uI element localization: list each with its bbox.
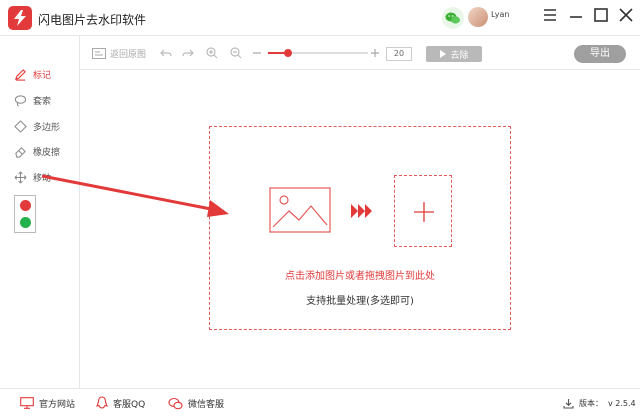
lightning-icon: [14, 10, 26, 26]
username[interactable]: Lyan: [491, 10, 509, 19]
close-icon[interactable]: [617, 6, 635, 24]
app-logo: [8, 6, 32, 30]
tool-move-label: 移动: [33, 173, 52, 184]
user-avatar[interactable]: [468, 7, 488, 27]
tool-move[interactable]: 移动: [14, 169, 51, 185]
tool-mark[interactable]: 标记: [14, 66, 51, 82]
restore-original-label: 返回原图: [110, 49, 147, 60]
canvas-area: 点击添加图片或者拖拽图片到此处 支持批量处理(多选即可): [80, 70, 640, 388]
zoom-slider[interactable]: [268, 49, 368, 57]
wechat-icon: [168, 397, 183, 409]
app-title: 闪电图片去水印软件: [38, 13, 147, 27]
zoom-out-icon[interactable]: [230, 45, 242, 61]
support-qq-label: 客服QQ: [113, 399, 146, 410]
remove-watermark-label: 去除: [450, 50, 469, 61]
image-restore-icon: [92, 47, 106, 59]
undo-icon[interactable]: [160, 45, 172, 61]
wechat-support-link[interactable]: 微信客服: [168, 396, 224, 410]
play-icon: [440, 50, 447, 58]
dropzone-title: 点击添加图片或者拖拽图片到此处: [285, 271, 435, 282]
tool-polygon-label: 多边形: [33, 122, 61, 133]
tool-eraser[interactable]: 橡皮擦: [14, 143, 60, 159]
polygon-icon: [14, 119, 27, 133]
color-picker: [14, 195, 36, 233]
download-icon[interactable]: [563, 398, 574, 409]
pen-icon: [14, 68, 26, 81]
qq-icon: [96, 396, 108, 409]
maximize-icon[interactable]: [592, 6, 610, 24]
support-qq-link[interactable]: 客服QQ: [96, 396, 145, 410]
restore-original-button[interactable]: 返回原图: [92, 45, 146, 61]
wechat-support-label: 微信客服: [188, 399, 225, 410]
tool-eraser-label: 橡皮擦: [33, 147, 61, 158]
zoom-in-icon[interactable]: [206, 45, 218, 61]
tool-mark-label: 标记: [33, 70, 52, 81]
edit-toolbar: 返回原图 20 去除 导出: [80, 36, 640, 70]
triple-arrow-icon: [351, 204, 372, 218]
version-label: 版本：: [579, 398, 603, 408]
tool-lasso[interactable]: 套索: [14, 92, 51, 108]
remove-watermark-button[interactable]: 去除: [426, 46, 482, 62]
lasso-icon: [14, 94, 27, 107]
official-website-label: 官方网站: [39, 399, 76, 410]
eraser-icon: [15, 146, 26, 158]
move-icon: [14, 171, 27, 183]
version-value: v 2.5.4: [608, 398, 636, 408]
add-image-box[interactable]: [394, 175, 452, 247]
tool-polygon[interactable]: 多边形: [14, 118, 60, 134]
zoom-slider-handle[interactable]: [284, 49, 292, 57]
export-button[interactable]: 导出: [574, 45, 626, 63]
red-color-swatch[interactable]: [20, 200, 31, 211]
plus-icon: [414, 202, 434, 222]
official-website-link[interactable]: 官方网站: [20, 396, 75, 410]
image-placeholder-icon: [269, 187, 331, 233]
tool-lasso-label: 套索: [33, 96, 52, 107]
menu-icon[interactable]: [541, 6, 559, 24]
dropzone-subtitle: 支持批量处理(多选即可): [306, 296, 414, 307]
version-info: 版本： v 2.5.4: [563, 396, 636, 410]
redo-icon[interactable]: [182, 45, 194, 61]
minimize-icon[interactable]: [567, 6, 585, 24]
image-dropzone[interactable]: 点击添加图片或者拖拽图片到此处 支持批量处理(多选即可): [209, 126, 511, 330]
status-bar: 官方网站 客服QQ 微信客服 版本： v 2.5.4: [0, 388, 640, 416]
wechat-login-icon[interactable]: [442, 7, 464, 29]
tool-sidebar: 标记 套索 多边形 橡皮擦 移动: [0, 36, 80, 388]
zoom-minus-icon[interactable]: [252, 45, 262, 61]
monitor-icon: [20, 397, 34, 409]
zoom-value-field[interactable]: 20: [386, 47, 412, 61]
title-bar: 闪电图片去水印软件 Lyan: [0, 0, 640, 36]
green-color-swatch[interactable]: [20, 217, 31, 228]
zoom-plus-icon[interactable]: [370, 45, 380, 61]
